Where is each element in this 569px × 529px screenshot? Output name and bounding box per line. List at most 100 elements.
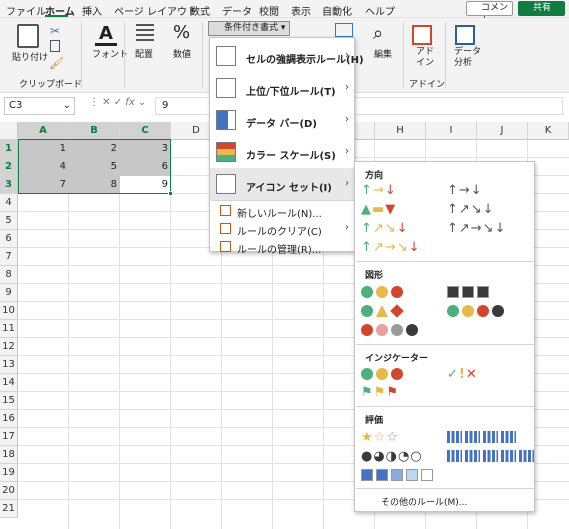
- column-header[interactable]: C: [120, 122, 171, 140]
- formula-controls: ⋮ ✕ ✓ fx ⌄: [89, 97, 147, 108]
- stars-3-icon[interactable]: ★☆☆: [361, 431, 399, 445]
- arrows-4-colored-icon[interactable]: ↑↗↘↓: [361, 222, 409, 236]
- column-header[interactable]: K: [528, 122, 569, 140]
- row-header[interactable]: 20: [0, 482, 18, 500]
- row-header[interactable]: 17: [0, 428, 18, 446]
- name-box[interactable]: C3 ⌄: [4, 97, 75, 115]
- paste-icon[interactable]: [17, 24, 39, 48]
- flags-3-icon[interactable]: ⚑⚑⚑: [361, 386, 399, 400]
- copy-icon[interactable]: [50, 40, 60, 52]
- menu-item-manage-rules[interactable]: ルールの管理(R)...: [210, 238, 354, 256]
- menu-item-highlight-rules[interactable]: セルの強調表示ルール(H) ›: [210, 40, 364, 72]
- addin-icon[interactable]: [412, 25, 432, 45]
- row-header[interactable]: 7: [0, 248, 18, 266]
- row-header[interactable]: 12: [0, 338, 18, 356]
- row-header[interactable]: 8: [0, 266, 18, 284]
- menu-item-color-scales[interactable]: カラー スケール(S) ›: [210, 136, 354, 168]
- triangles-3-icon[interactable]: ▲▬▼: [361, 203, 396, 217]
- signs-3-icon[interactable]: [361, 304, 406, 321]
- number-label[interactable]: 数値: [173, 47, 191, 60]
- share-button[interactable]: 共有: [518, 1, 565, 16]
- tab-help[interactable]: ヘルプ: [365, 3, 395, 18]
- cell-styles-icon[interactable]: [335, 23, 353, 37]
- fill-handle[interactable]: [168, 191, 173, 196]
- row-header[interactable]: 14: [0, 374, 18, 392]
- menu-item-clear-rules[interactable]: ルールのクリア(C) ›: [210, 220, 354, 238]
- arrows-3-gray-icon[interactable]: ↑→↓: [447, 184, 483, 198]
- align-icon[interactable]: [136, 24, 154, 44]
- row-header[interactable]: 21: [0, 500, 18, 518]
- tab-review[interactable]: 校閲: [259, 3, 279, 18]
- share-label: 共有: [533, 3, 552, 13]
- data-analysis-icon[interactable]: [455, 25, 475, 45]
- arrows-5-gray-icon[interactable]: ↑↗→↘↓: [447, 222, 506, 236]
- row-header[interactable]: 5: [0, 212, 18, 230]
- column-header[interactable]: J: [477, 122, 528, 140]
- chevron-down-icon[interactable]: ⌄: [63, 98, 71, 114]
- row-header[interactable]: 1: [0, 140, 18, 158]
- row-header[interactable]: 6: [0, 230, 18, 248]
- column-header[interactable]: B: [69, 122, 120, 140]
- edit-label[interactable]: 編集: [374, 47, 392, 60]
- tab-data[interactable]: データ: [222, 3, 252, 18]
- tab-automate[interactable]: 自動化: [322, 3, 352, 18]
- arrows-4-gray-icon[interactable]: ↑↗↘↓: [447, 203, 495, 217]
- boxes-5-icon[interactable]: [361, 469, 436, 485]
- conditional-format-button[interactable]: 条件付き書式 ▾: [208, 21, 290, 36]
- row-header[interactable]: 9: [0, 284, 18, 302]
- row-header[interactable]: 10: [0, 302, 18, 320]
- traffic-lights-3-icon[interactable]: [361, 286, 406, 302]
- menu-item-data-bars[interactable]: データ バー(D) ›: [210, 104, 354, 136]
- paste-label[interactable]: 貼り付け: [12, 50, 48, 63]
- align-label[interactable]: 配置: [135, 47, 153, 60]
- menu-item-top-bottom-rules[interactable]: 上位/下位ルール(T) ›: [210, 72, 354, 104]
- symbols-circled-icon[interactable]: [361, 368, 406, 384]
- conditional-format-label: 条件付き書式: [224, 23, 279, 33]
- arrows-3-colored-icon[interactable]: ↑→↓: [361, 184, 397, 198]
- row-header[interactable]: 4: [0, 194, 18, 212]
- quarters-5-icon[interactable]: ●◕◑◔○: [361, 450, 423, 464]
- select-all-corner[interactable]: [0, 122, 18, 140]
- section-shapes: 図形: [365, 271, 384, 281]
- tab-page-layout[interactable]: ページ レイアウト: [114, 3, 197, 18]
- more-rules-link[interactable]: その他のルール(M)...: [381, 495, 467, 508]
- search-icon[interactable]: ⌕: [373, 23, 383, 44]
- tab-file[interactable]: ファイル: [6, 3, 46, 18]
- percent-icon[interactable]: %: [173, 22, 190, 43]
- menu-bar: ファイル ホーム 挿入 ページ レイアウト 数式 データ 校閲 表示 自動化 ヘ…: [0, 0, 569, 26]
- menu-item-new-rule[interactable]: 新しいルール(N)...: [210, 202, 354, 220]
- format-painter-icon[interactable]: 🖌: [49, 56, 64, 70]
- addin-label[interactable]: アド イン: [416, 47, 434, 69]
- signal-bars-4-icon[interactable]: [447, 431, 519, 447]
- menu-separator: [211, 200, 355, 201]
- column-header[interactable]: H: [375, 122, 426, 140]
- signal-bars-5-icon[interactable]: [447, 450, 537, 466]
- row-header[interactable]: 18: [0, 446, 18, 464]
- top-bottom-icon: [216, 78, 236, 98]
- cut-icon[interactable]: ✂: [50, 24, 60, 38]
- comment-button[interactable]: コメント: [466, 1, 513, 26]
- row-header[interactable]: 15: [0, 392, 18, 410]
- red-to-black-icon[interactable]: [361, 324, 421, 340]
- arrows-5-colored-icon[interactable]: ↑↗→↘↓: [361, 241, 421, 255]
- row-header[interactable]: 2: [0, 158, 18, 176]
- row-header[interactable]: 16: [0, 410, 18, 428]
- row-header[interactable]: 13: [0, 356, 18, 374]
- row-header[interactable]: 3: [0, 176, 18, 194]
- traffic-lights-rimmed-icon[interactable]: [447, 286, 492, 302]
- column-header[interactable]: I: [426, 122, 477, 140]
- font-label[interactable]: フォント: [92, 47, 128, 60]
- fx-icon[interactable]: fx: [125, 97, 134, 108]
- tab-formulas[interactable]: 数式: [190, 3, 210, 18]
- tab-view[interactable]: 表示: [291, 3, 311, 18]
- symbols-uncircled-icon[interactable]: ✓!✕: [447, 368, 478, 382]
- analysis-label[interactable]: データ 分析: [454, 47, 481, 69]
- font-icon[interactable]: A: [95, 23, 117, 46]
- column-header[interactable]: A: [18, 122, 69, 140]
- menu-item-icon-sets[interactable]: アイコン セット(I) ›: [210, 168, 354, 200]
- traffic-lights-4-icon[interactable]: [447, 305, 507, 321]
- chevron-right-icon: ›: [345, 50, 349, 61]
- tab-insert[interactable]: 挿入: [82, 3, 102, 18]
- row-header[interactable]: 19: [0, 464, 18, 482]
- row-header[interactable]: 11: [0, 320, 18, 338]
